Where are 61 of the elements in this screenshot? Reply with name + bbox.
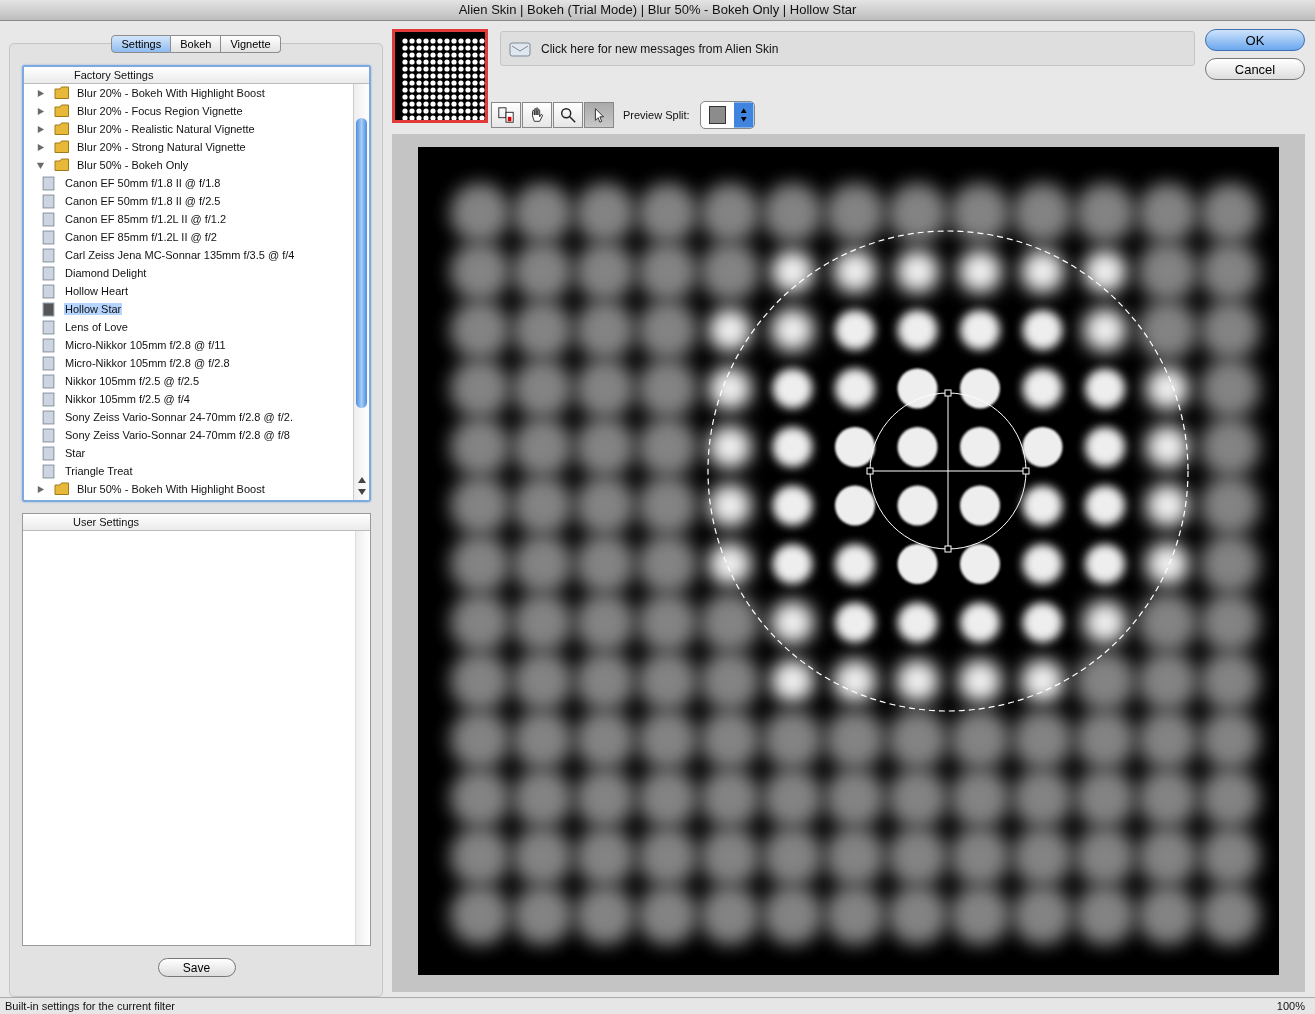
focus-control-handle[interactable] [866,389,1030,553]
compare-tool-icon[interactable] [491,102,521,128]
zoom-icon[interactable] [553,102,583,128]
status-text: Built-in settings for the current filter [5,1000,175,1012]
preset-item[interactable]: Triangle Treat [64,465,134,477]
folder-icon [54,158,70,172]
envelope-icon [509,40,531,57]
stepper-arrows-icon [734,102,754,128]
ok-button[interactable]: OK [1205,29,1305,51]
tab[interactable]: Bokeh [171,35,222,53]
preset-item[interactable]: Canon EF 50mm f/1.8 II @ f/2.5 [64,195,222,207]
expanded-triangle-icon[interactable] [36,160,45,170]
preset-item[interactable]: Sony Zeiss Vario-Sonnar 24-70mm f/2.8 @ f/2. [64,411,294,423]
folder-label[interactable]: Blur 50% - Bokeh With Highlight Boost [76,483,266,495]
preset-item[interactable]: Hollow Star [64,303,123,315]
folder-label[interactable]: Blur 50% - Bokeh Only [76,159,190,171]
preview-split-label: Preview Split: [623,109,690,121]
preset-item[interactable]: Nikkor 105mm f/2.5 @ f/4 [64,393,191,405]
folder-icon [54,140,70,154]
preset-item[interactable]: Micro-Nikkor 105mm f/2.8 @ f/2.8 [64,357,231,369]
window-title: Alien Skin | Bokeh (Trial Mode) | Blur 50% - Bokeh Only | Hollow Star [0,0,1315,21]
folder-icon [54,104,70,118]
collapsed-triangle-icon[interactable] [36,88,45,98]
preset-item[interactable]: Canon EF 85mm f/1.2L II @ f/1.2 [64,213,228,225]
preset-item[interactable]: Lens of Love [64,321,129,333]
preset-item[interactable]: Nikkor 105mm f/2.5 @ f/2.5 [64,375,201,387]
pointer-tool-icon[interactable] [584,102,614,128]
folder-label[interactable]: Blur 20% - Realistic Natural Vignette [76,123,256,135]
preset-item[interactable]: Star [64,447,87,459]
cancel-button[interactable]: Cancel [1205,58,1305,80]
folder-label[interactable]: Blur 20% - Bokeh With Highlight Boost [76,87,266,99]
preset-item[interactable]: Canon EF 50mm f/1.8 II @ f/1.8 [64,177,222,189]
collapsed-triangle-icon[interactable] [36,124,45,134]
collapsed-triangle-icon[interactable] [36,106,45,116]
focus-region-outline[interactable] [707,230,1189,712]
message-bar[interactable]: Click here for new messages from Alien Skin [500,31,1195,66]
collapsed-triangle-icon[interactable] [36,484,45,494]
tab[interactable]: Vignette [221,35,281,53]
folder-label[interactable]: Blur 20% - Focus Region Vignette [76,105,244,117]
tab[interactable]: Settings [111,35,172,53]
hand-tool-icon[interactable] [522,102,552,128]
preset-item[interactable]: Carl Zeiss Jena MC-Sonnar 135mm f/3.5 @ f/4 [64,249,296,261]
save-button[interactable]: Save [157,958,236,977]
preset-item[interactable]: Sony Zeiss Vario-Sonnar 24-70mm f/2.8 @ f/8 [64,429,291,441]
zoom-level: 100% [1276,1000,1305,1012]
preview-thumbnail[interactable] [392,29,488,123]
folder-label[interactable]: Blur 20% - Strong Natural Vignette [76,141,247,153]
column-header: Factory Settings [24,67,369,84]
folder-icon [54,482,70,496]
column-header: User Settings [23,514,370,531]
preset-item[interactable]: Hollow Heart [64,285,129,297]
preview-split-dropdown[interactable] [699,101,755,129]
folder-icon [54,122,70,136]
preset-item[interactable]: Micro-Nikkor 105mm f/2.8 @ f/11 [64,339,227,351]
preset-item[interactable]: Canon EF 85mm f/1.2L II @ f/2 [64,231,218,243]
folder-icon [54,86,70,100]
scrollbar[interactable] [353,84,369,500]
scroll-arrows-icon[interactable] [357,475,366,497]
collapsed-triangle-icon[interactable] [36,142,45,152]
message-text: Click here for new messages from Alien Skin [541,41,779,56]
preset-item[interactable]: Diamond Delight [64,267,148,279]
